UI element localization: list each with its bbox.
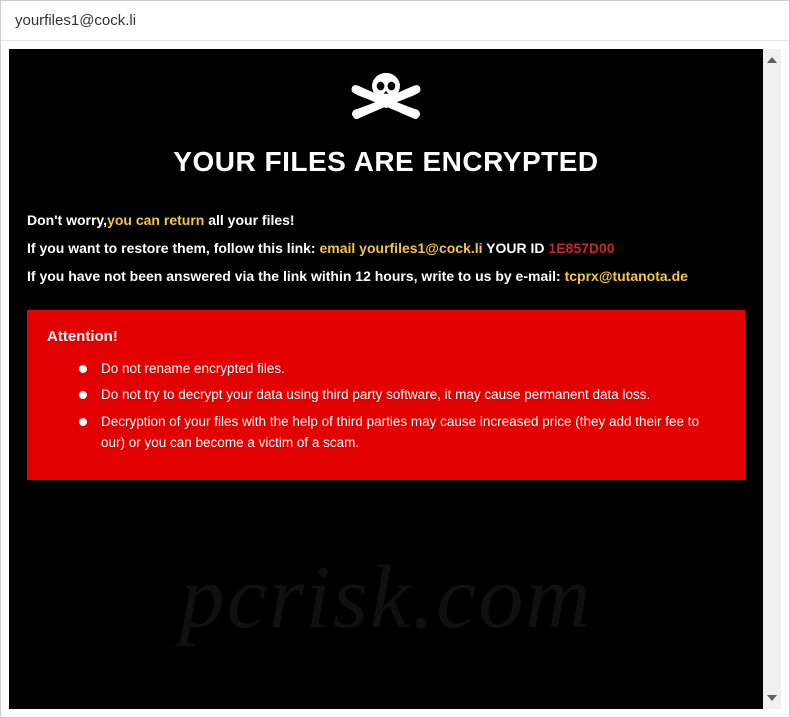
app-window: yourfiles1@cock.li <box>0 0 790 718</box>
attention-title: Attention! <box>47 328 725 345</box>
attention-item: Decryption of your files with the help o… <box>79 412 725 454</box>
line2-a: If <box>27 240 39 256</box>
line1-a: Don't worry, <box>27 212 107 228</box>
attention-list: Do not rename encrypted files. Do not tr… <box>47 359 725 455</box>
main-heading: YOUR FILES ARE ENCRYPTED <box>27 146 745 178</box>
scroll-up-icon[interactable] <box>765 53 779 67</box>
skull-container <box>27 69 745 136</box>
line2-id: 1E857D00 <box>548 240 614 256</box>
line2-b: you want to restore them, follow this li… <box>39 240 315 256</box>
watermark-text: pcrisk.com <box>180 546 592 649</box>
info-line-1: Don't worry,you can return all your file… <box>27 208 745 233</box>
attention-item: Do not rename encrypted files. <box>79 359 725 380</box>
info-line-2: If you want to restore them, follow this… <box>27 236 745 261</box>
skull-swords-icon <box>347 69 425 136</box>
line3-email: tcprx@tutanota.de <box>565 268 688 284</box>
window-title: yourfiles1@cock.li <box>15 12 136 29</box>
info-line-3: If you have not been answered via the li… <box>27 264 745 289</box>
attention-item: Do not try to decrypt your data using th… <box>79 385 725 406</box>
line1-c: all your files! <box>204 212 294 228</box>
line2-email: email yourfiles1@cock.li <box>316 240 483 256</box>
vertical-scrollbar[interactable] <box>763 49 781 709</box>
line3-d: , write to us by e-mail: <box>414 268 565 284</box>
scroll-down-icon[interactable] <box>765 691 779 705</box>
line2-d: YOUR ID <box>483 240 549 256</box>
line3-c: within 12 hours <box>311 268 414 284</box>
line3-b: via the link <box>235 268 311 284</box>
content-wrapper: YOUR FILES ARE ENCRYPTED Don't worry,you… <box>1 41 789 717</box>
title-bar: yourfiles1@cock.li <box>1 1 789 41</box>
ransom-note-content: YOUR FILES ARE ENCRYPTED Don't worry,you… <box>9 49 763 709</box>
info-section: Don't worry,you can return all your file… <box>27 208 745 290</box>
content-inner: YOUR FILES ARE ENCRYPTED Don't worry,you… <box>27 69 745 480</box>
line3-a: If you have not been answered <box>27 268 235 284</box>
attention-box: Attention! Do not rename encrypted files… <box>27 310 745 481</box>
line1-b: you can return <box>107 212 204 228</box>
